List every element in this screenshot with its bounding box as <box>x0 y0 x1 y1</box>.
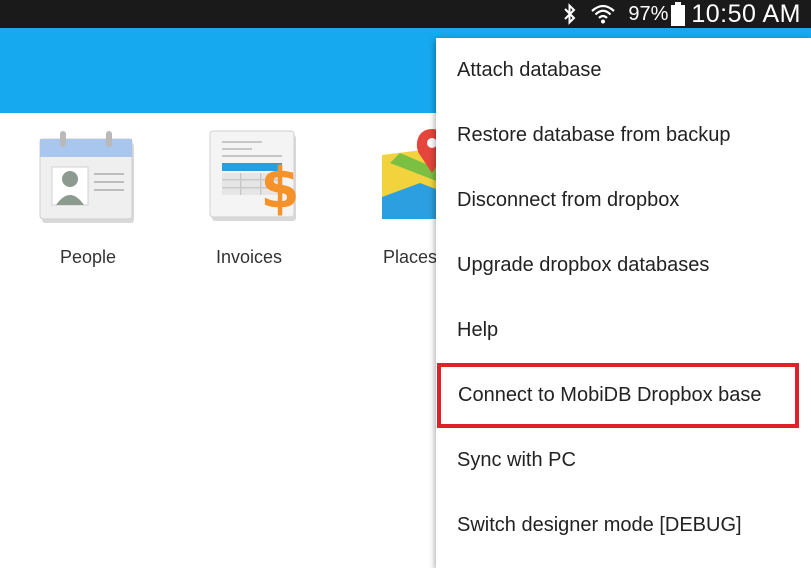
menu-item-upgrade-dropbox-databases[interactable]: Upgrade dropbox databases <box>436 233 811 298</box>
tile-label: Places <box>382 247 438 267</box>
tile-invoices[interactable]: $ Invoices <box>174 127 324 297</box>
invoice-dollar-icon: $ <box>193 127 305 227</box>
menu-item-switch-designer-mode[interactable]: Switch designer mode [DEBUG] <box>436 493 811 558</box>
menu-item-connect-mobidb-dropbox[interactable]: Connect to MobiDB Dropbox base <box>437 363 799 428</box>
menu-item-restore-database[interactable]: Restore database from backup <box>436 103 811 168</box>
battery-icon <box>671 2 686 26</box>
clock: 10:50 AM <box>691 0 801 28</box>
svg-text:$: $ <box>261 156 300 221</box>
tile-label: Invoices <box>215 247 283 267</box>
menu-item-attach-database[interactable]: Attach database <box>436 38 811 103</box>
menu-item-disconnect-dropbox[interactable]: Disconnect from dropbox <box>436 168 811 233</box>
people-contact-card-icon <box>32 127 144 227</box>
menu-item-sync-with-pc[interactable]: Sync with PC <box>436 428 811 493</box>
bluetooth-icon <box>562 3 578 25</box>
status-bar: 97% 10:50 AM <box>0 0 811 28</box>
tile-label: People <box>59 247 117 267</box>
tile-people[interactable]: People <box>13 127 163 297</box>
battery-percent: 97% <box>628 2 669 25</box>
wifi-icon <box>590 3 616 25</box>
overflow-menu: Attach database Restore database from ba… <box>436 38 811 568</box>
menu-item-help[interactable]: Help <box>436 298 811 363</box>
